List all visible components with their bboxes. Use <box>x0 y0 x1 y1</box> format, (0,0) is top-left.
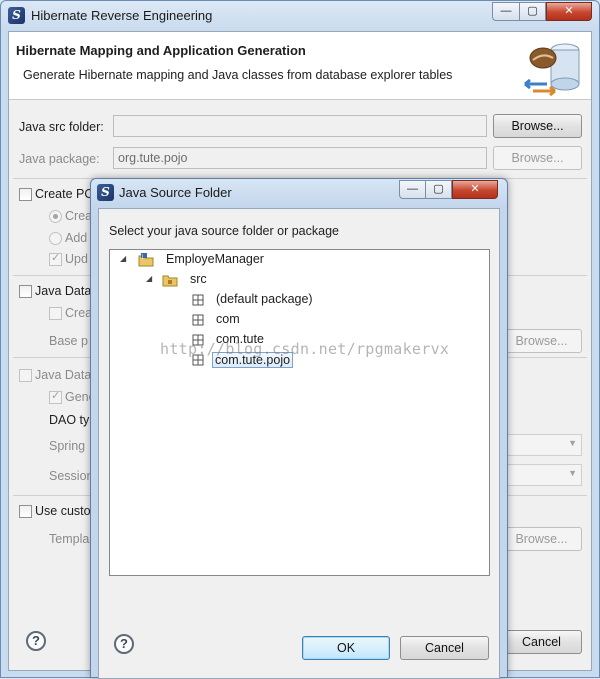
main-cancel-button[interactable]: Cancel <box>501 630 582 654</box>
dialog-close-button[interactable]: ✕ <box>452 180 498 199</box>
dialog-client-area: Select your java source folder or packag… <box>98 208 500 679</box>
create-pojo-checkbox[interactable] <box>19 188 32 201</box>
tree-label: com.tute <box>216 332 264 346</box>
java-data-access-label: Java Data <box>35 368 92 382</box>
source-folder-tree[interactable]: ◢ J EmployeManager ◢ src (default packag… <box>109 249 490 576</box>
ok-button[interactable]: OK <box>302 636 390 660</box>
use-custom-checkbox[interactable] <box>19 505 32 518</box>
tree-label: src <box>190 272 207 286</box>
create-pojo-option-1: Crea <box>65 209 93 223</box>
java-src-folder-input[interactable] <box>113 115 487 137</box>
use-custom-label: Use custo <box>35 504 91 518</box>
hibernate-app-icon: S <box>8 7 25 24</box>
java-package-input[interactable]: org.tute.pojo <box>113 147 487 169</box>
create-pojo-option-3: Upd <box>65 252 88 266</box>
java-source-folder-dialog: S Java Source Folder — ▢ ✕ Select your j… <box>90 178 508 679</box>
tree-label: com.tute.pojo <box>212 352 294 368</box>
dialog-title: Java Source Folder <box>119 185 232 200</box>
spring-label: Spring <box>49 439 86 453</box>
minimize-button[interactable]: — <box>492 2 520 21</box>
tree-label: com <box>216 312 240 326</box>
dialog-cancel-button[interactable]: Cancel <box>400 636 489 660</box>
java-data-option-checkbox[interactable] <box>49 307 62 320</box>
help-icon[interactable]: ? <box>114 634 134 654</box>
dialog-minimize-button[interactable]: — <box>399 180 426 199</box>
create-pojo-radio-2[interactable] <box>49 232 62 245</box>
java-src-folder-label: Java src folder: <box>19 120 104 134</box>
java-data-access-checkbox[interactable] <box>19 369 32 382</box>
close-button[interactable]: ✕ <box>546 2 592 21</box>
create-pojo-label: Create PO <box>35 187 95 201</box>
create-pojo-option-2: Add <box>65 231 88 245</box>
banner-title: Hibernate Mapping and Application Genera… <box>16 43 306 58</box>
java-project-icon: J <box>138 253 154 267</box>
java-data-checkbox[interactable] <box>19 285 32 298</box>
java-data-label: Java Data <box>35 284 92 298</box>
main-window-title: Hibernate Reverse Engineering <box>31 8 213 23</box>
svg-text:J: J <box>141 254 143 260</box>
wizard-banner: Hibernate Mapping and Application Genera… <box>9 32 591 100</box>
source-folder-icon <box>162 275 178 287</box>
java-package-browse-button[interactable]: Browse... <box>493 146 582 170</box>
database-bean-icon <box>524 43 580 96</box>
generate-checkbox[interactable] <box>49 389 62 404</box>
template-label: Templa <box>49 532 90 546</box>
update-checkbox[interactable] <box>49 251 62 266</box>
hibernate-app-icon: S <box>97 184 114 201</box>
maximize-button[interactable]: ▢ <box>519 2 546 21</box>
expanded-triangle-icon[interactable]: ◢ <box>120 254 126 263</box>
help-icon[interactable]: ? <box>26 631 46 651</box>
tree-label: EmployeManager <box>166 252 264 266</box>
java-data-option-label: Crea <box>65 306 93 320</box>
package-icon <box>192 354 204 366</box>
main-title-bar[interactable]: S Hibernate Reverse Engineering — ▢ ✕ <box>1 1 599 31</box>
dialog-prompt: Select your java source folder or packag… <box>109 224 339 238</box>
session-label: Session <box>49 469 94 483</box>
template-browse-button[interactable]: Browse... <box>501 527 582 551</box>
base-package-label: Base p <box>49 334 88 348</box>
session-combo[interactable]: ▼ <box>501 464 582 486</box>
expanded-triangle-icon[interactable]: ◢ <box>146 274 152 283</box>
dialog-maximize-button[interactable]: ▢ <box>425 180 452 199</box>
create-pojo-radio-1[interactable] <box>49 210 62 223</box>
java-src-folder-browse-button[interactable]: Browse... <box>493 114 582 138</box>
base-package-browse-button[interactable]: Browse... <box>501 329 582 353</box>
spring-combo[interactable]: ▼ <box>501 434 582 456</box>
java-package-label: Java package: <box>19 152 100 166</box>
dao-type-label: DAO ty <box>49 413 90 427</box>
package-icon <box>192 294 204 306</box>
package-icon <box>192 314 204 326</box>
banner-description: Generate Hibernate mapping and Java clas… <box>23 68 453 82</box>
chevron-down-icon: ▼ <box>568 438 577 448</box>
package-icon <box>192 334 204 346</box>
tree-label: (default package) <box>216 292 313 306</box>
chevron-down-icon: ▼ <box>568 468 577 478</box>
